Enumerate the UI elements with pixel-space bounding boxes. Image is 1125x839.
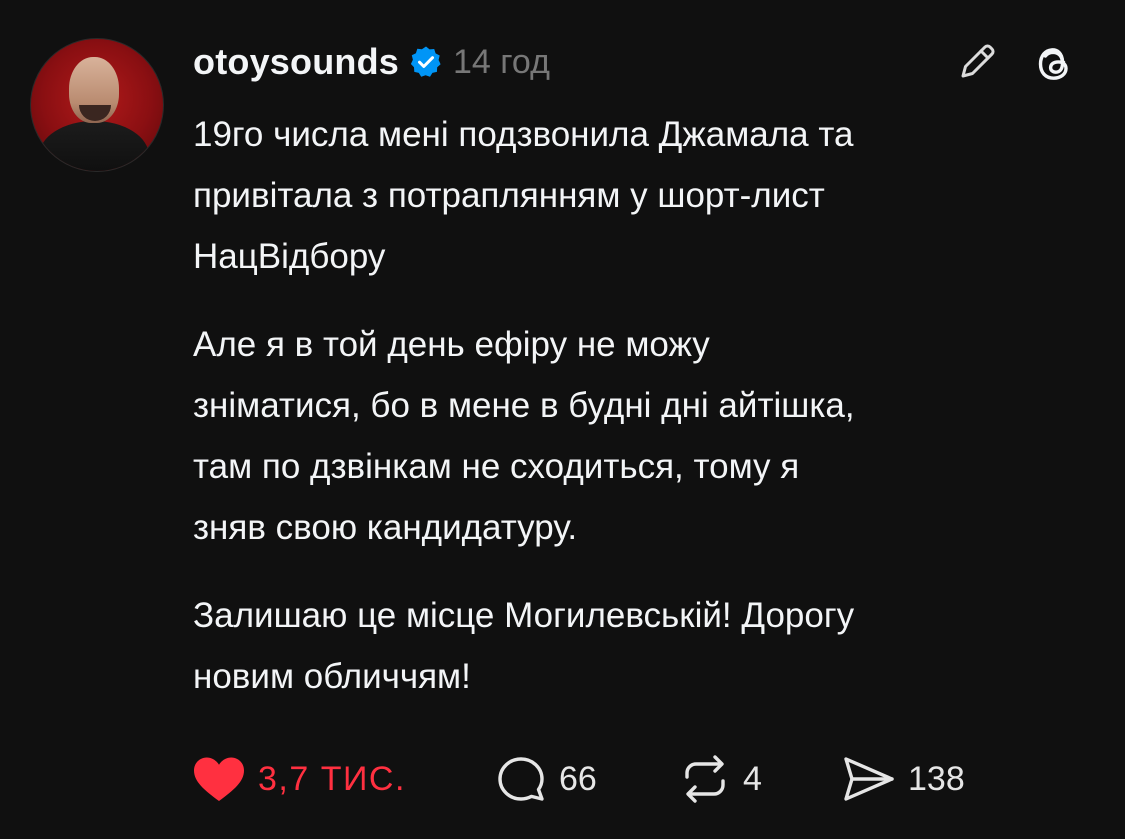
like-button[interactable]: 3,7 ТИС. [190, 752, 406, 806]
post-paragraph: Залишаю це місце Могилевській! Дорогу но… [193, 596, 855, 696]
repost-button[interactable]: 4 [677, 752, 762, 806]
verified-badge-icon [409, 45, 443, 79]
post-paragraph: 19го числа мені подзвонила Джамала та пр… [193, 115, 854, 276]
post-actions-bar: 3,7 ТИС. 66 4 138 [190, 752, 1090, 806]
post-body: 19го числа мені подзвонила Джамала та пр… [193, 104, 1093, 734]
like-count: 3,7 ТИС. [258, 759, 406, 798]
comment-icon [498, 757, 544, 801]
share-button[interactable]: 138 [840, 752, 965, 806]
threads-logo-icon[interactable] [1030, 40, 1078, 88]
heart-icon [194, 757, 244, 801]
comment-button[interactable]: 66 [493, 752, 597, 806]
share-icon [844, 757, 894, 801]
post-header: otoysounds 14 год [193, 40, 550, 84]
post-paragraph: Але я в той день ефіру не можу зніматися… [193, 325, 855, 547]
threads-post: otoysounds 14 год 19го числа мені подзво… [0, 0, 1125, 839]
avatar[interactable] [30, 38, 164, 172]
username-link[interactable]: otoysounds [193, 41, 399, 83]
repost-icon [685, 755, 725, 803]
avatar-body-shape [39, 121, 149, 171]
repost-count: 4 [743, 759, 762, 798]
edit-pencil-icon[interactable] [955, 40, 999, 84]
comment-count: 66 [559, 759, 597, 798]
post-timestamp: 14 год [453, 42, 550, 81]
share-count: 138 [908, 759, 965, 798]
